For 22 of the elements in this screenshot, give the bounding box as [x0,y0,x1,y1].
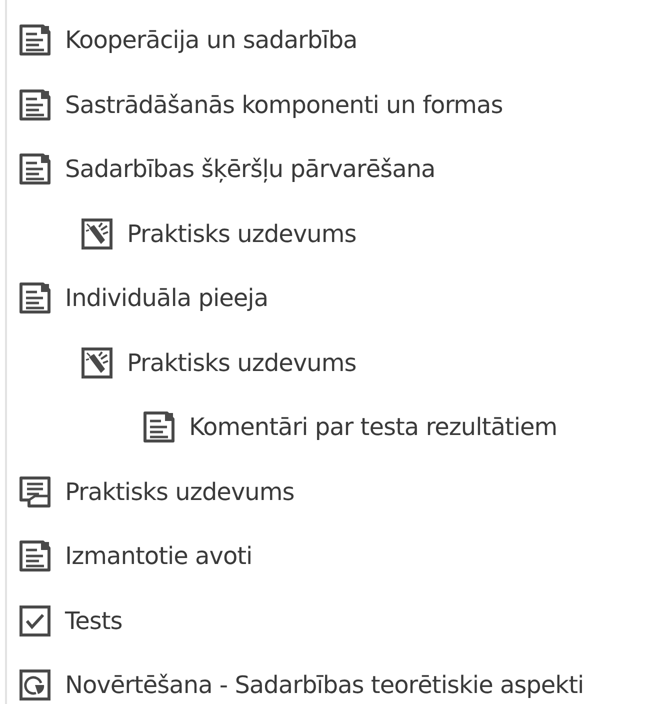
checkbox-icon [19,604,51,637]
activity-link[interactable]: Sadarbības šķēršļu pārvarēšana [65,155,436,184]
pen-icon [81,346,113,379]
document-icon [143,411,175,444]
activity-link[interactable]: Individuāla pieeja [65,284,268,312]
document-icon [19,282,51,314]
activity-link[interactable]: Praktisks uzdevums [65,478,294,506]
document-icon [19,24,51,56]
activity-link[interactable]: Novērtēšana - Sadarbības teorētiskie aspekti [65,671,584,700]
activity-link[interactable]: Komentāri par testa rezultātiem [189,413,558,442]
activity-link[interactable]: Kooperācija un sadarbība [65,26,358,54]
document-icon [19,88,51,121]
activity-link[interactable]: Izmantotie avoti [65,542,252,570]
document-icon [19,540,51,572]
pen-icon [81,218,113,250]
chart-icon [19,669,51,702]
activity-link[interactable]: Tests [65,606,122,635]
activity-link[interactable]: Praktisks uzdevums [127,220,356,248]
document-icon [19,153,51,186]
activity-link[interactable]: Sastrādāšanās komponenti un formas [65,90,503,119]
activity-link[interactable]: Praktisks uzdevums [127,348,356,377]
chat-icon [19,476,51,508]
